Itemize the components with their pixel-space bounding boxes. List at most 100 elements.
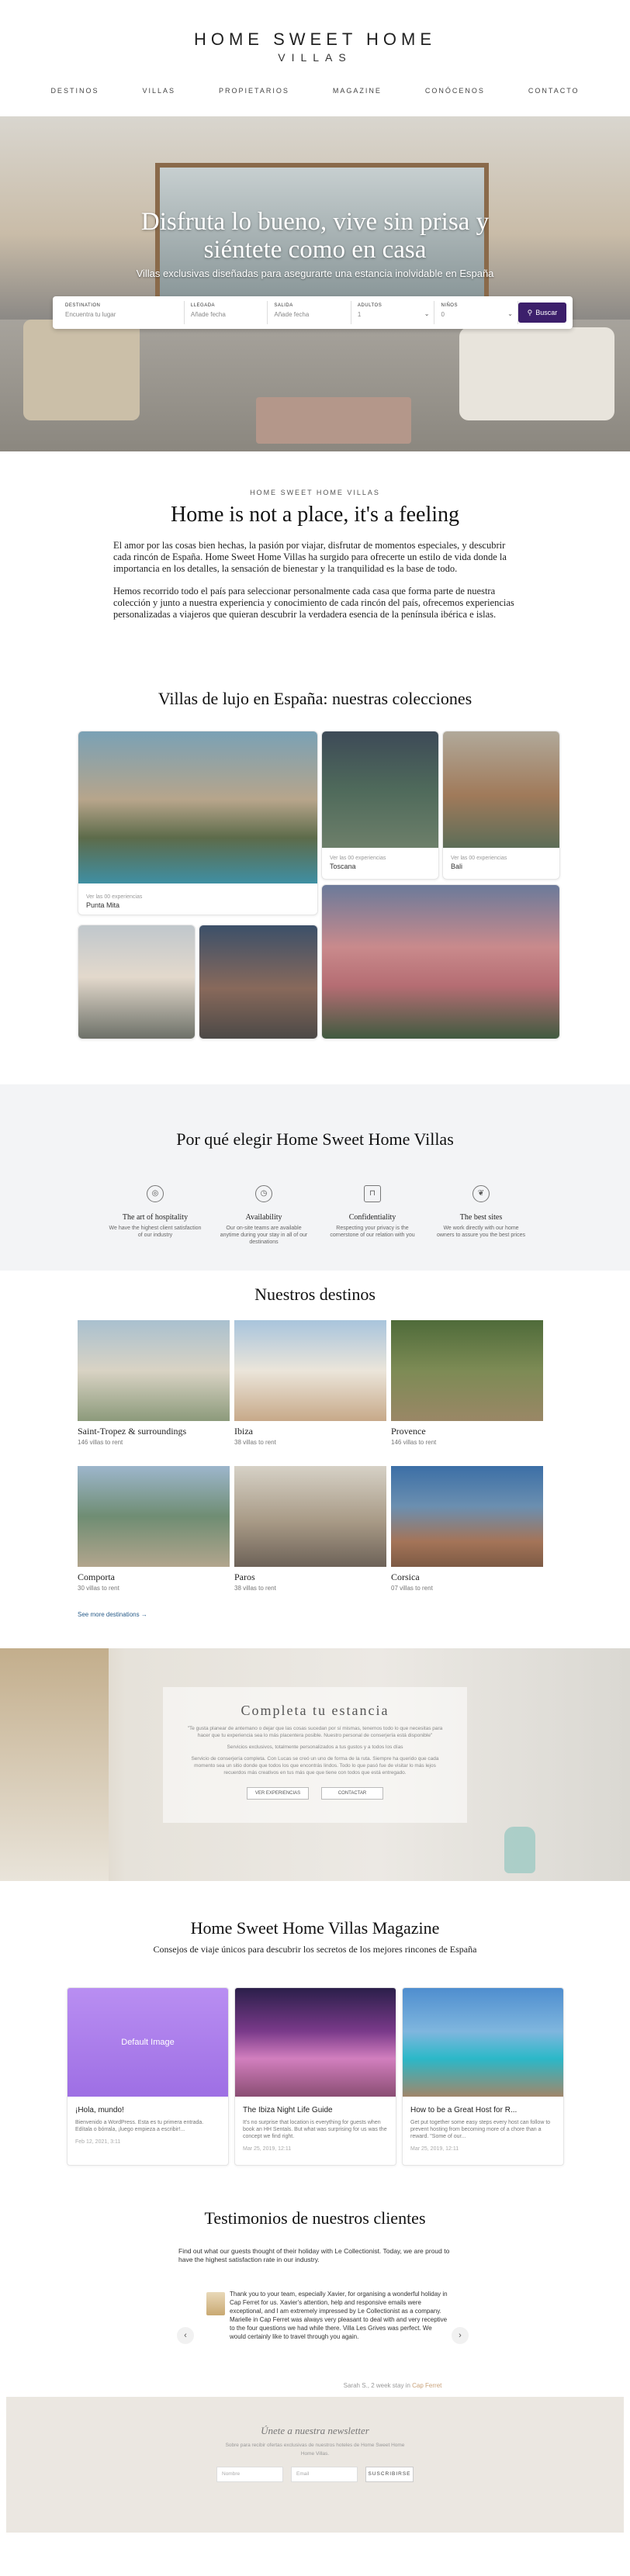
destination-card-comporta[interactable]: Comporta 30 villas to rent <box>78 1466 230 1592</box>
compass-icon: ◎ <box>147 1185 164 1202</box>
destination-image <box>234 1466 386 1567</box>
see-more-destinations-link[interactable]: See more destinations → <box>78 1611 147 1618</box>
newsletter-name-input[interactable]: Nombre <box>216 2467 283 2482</box>
collection-card-mountain-villa[interactable] <box>199 925 318 1039</box>
checkin-field[interactable]: LLEGADA Añade fecha <box>185 301 268 324</box>
destination-image <box>391 1320 543 1421</box>
testimonial-author: Sarah S., 2 week stay in Cap Ferret <box>343 2382 442 2389</box>
search-bar: DESTINATION Encuentra tu lugar LLEGADA A… <box>53 296 573 329</box>
why-item-availability: ◷ Availability Our on-site teams are ava… <box>217 1185 310 1246</box>
complete-stay-title: Completa tu estancia <box>241 1703 389 1718</box>
magazine-card[interactable]: The Ibiza Night Life Guide It's no surpr… <box>234 1987 396 2166</box>
magazine-image <box>403 1988 563 2097</box>
destination-image <box>78 1320 230 1421</box>
destination-field[interactable]: DESTINATION Encuentra tu lugar <box>59 301 185 324</box>
nav-villas[interactable]: VILLAS <box>142 87 175 95</box>
collection-image <box>322 731 438 848</box>
intro-paragraph-1: El amor por las cosas bien hechas, la pa… <box>113 540 507 574</box>
destination-card-ibiza[interactable]: Ibiza 38 villas to rent <box>234 1320 386 1446</box>
collection-card-pink-villa[interactable] <box>321 884 560 1039</box>
hero-rug-image <box>256 397 411 444</box>
newsletter-section: Únete a nuestra newsletter Sobre para re… <box>6 2397 624 2533</box>
complete-stay-section: Completa tu estancia "Te gusta planear d… <box>0 1648 630 1881</box>
collection-card-bali[interactable]: Ver las 00 experiencias Bali <box>442 731 560 880</box>
collection-image <box>78 731 317 883</box>
lock-icon: ⊓ <box>364 1185 381 1202</box>
collections-title: Villas de lujo en España: nuestras colec… <box>158 689 472 708</box>
destination-card-saint-tropez[interactable]: Saint-Tropez & surroundings 146 villas t… <box>78 1320 230 1446</box>
magazine-image <box>235 1988 396 2097</box>
why-item-confidentiality: ⊓ Confidentiality Respecting your privac… <box>326 1185 419 1246</box>
collection-image <box>199 925 317 1039</box>
intro-kicker: HOME SWEET HOME VILLAS <box>250 489 380 496</box>
default-image: Default Image <box>68 1988 228 2097</box>
experiences-button[interactable]: VER EXPERIENCIAS <box>247 1787 309 1800</box>
testimonial-prev-button[interactable]: ‹ <box>177 2327 194 2344</box>
destination-card-provence[interactable]: Provence 146 villas to rent <box>391 1320 543 1446</box>
intro-section: HOME SWEET HOME VILLAS Home is not a pla… <box>0 489 630 621</box>
magazine-subtitle: Consejos de viaje únicos para descubrir … <box>153 1944 477 1955</box>
collection-name: Punta Mita <box>86 901 120 909</box>
collection-image <box>443 731 559 848</box>
testimonial-next-button[interactable]: › <box>452 2327 469 2344</box>
collection-image <box>322 885 559 1039</box>
complete-stay-panel: Completa tu estancia "Te gusta planear d… <box>163 1687 467 1823</box>
nav-contacto[interactable]: CONTACTO <box>528 87 580 95</box>
destination-image <box>78 1466 230 1567</box>
testimonial-quote-image <box>206 2292 225 2315</box>
checkout-field[interactable]: SALIDA Añade fecha <box>268 301 351 324</box>
magazine-card[interactable]: How to be a Great Host for R... Get put … <box>402 1987 564 2166</box>
nav-conocenos[interactable]: CONÓCENOS <box>425 87 485 95</box>
testimonial-quote: Thank you to your team, especially Xavie… <box>230 2291 448 2340</box>
adults-select[interactable]: ADULTOS 1 ⌄ <box>351 301 435 324</box>
logo-title[interactable]: HOME SWEET HOME <box>0 29 630 50</box>
testimonials-title: Testimonios de nuestros clientes <box>204 2208 426 2228</box>
contact-button[interactable]: CONTACTAR <box>321 1787 383 1800</box>
hero-banner: Disfruta lo bueno, vive sin prisa y sién… <box>0 116 630 451</box>
hero-title: Disfruta lo bueno, vive sin prisa y sién… <box>140 208 490 264</box>
decor-vase-image <box>504 1827 535 1873</box>
chevron-down-icon: ⌄ <box>424 310 430 317</box>
destination-image <box>391 1466 543 1567</box>
intro-title: Home is not a place, it's a feeling <box>170 503 460 527</box>
hero-sofa-image <box>459 327 614 420</box>
search-icon: ⚲ <box>527 308 533 316</box>
hero-subtitle: Villas exclusivas diseñadas para asegura… <box>136 268 494 279</box>
nav-propietarios[interactable]: PROPIETARIOS <box>219 87 289 95</box>
clock-icon: ◷ <box>255 1185 272 1202</box>
why-section: Por qué elegir Home Sweet Home Villas ◎ … <box>0 1084 630 1271</box>
newsletter-title: Únete a nuestra newsletter <box>261 2425 369 2436</box>
destinations-title: Nuestros destinos <box>254 1285 376 1304</box>
magazine-card[interactable]: Default Image ¡Hola, mundo! Bienvenido a… <box>67 1987 229 2166</box>
nav-magazine[interactable]: MAGAZINE <box>333 87 382 95</box>
destination-image <box>234 1320 386 1421</box>
search-button[interactable]: ⚲ Buscar <box>518 303 566 323</box>
kids-select[interactable]: NIÑOS 0 ⌄ <box>434 301 518 324</box>
chevron-right-icon: › <box>459 2331 462 2340</box>
decor-wood-image <box>0 1648 109 1881</box>
destination-card-corsica[interactable]: Corsica 07 villas to rent <box>391 1466 543 1592</box>
destination-card-paros[interactable]: Paros 38 villas to rent <box>234 1466 386 1592</box>
why-title: Por qué elegir Home Sweet Home Villas <box>176 1129 454 1149</box>
why-item-hospitality: ◎ The art of hospitality We have the hig… <box>109 1185 202 1246</box>
leaf-icon: ❦ <box>472 1185 490 1202</box>
collection-card-punta-mita[interactable]: Ver las 00 experiencias Punta Mita <box>78 731 318 915</box>
site-header: HOME SWEET HOME VILLAS DESTINOS VILLAS P… <box>0 0 630 116</box>
collection-card-modern-villa[interactable] <box>78 925 196 1039</box>
subscribe-button[interactable]: SUSCRIBIRSE <box>365 2467 414 2482</box>
collection-name: Bali <box>451 863 463 870</box>
hero-chair-image <box>23 320 140 420</box>
main-nav: DESTINOS VILLAS PROPIETARIOS MAGAZINE CO… <box>0 87 630 95</box>
chevron-left-icon: ‹ <box>184 2331 187 2340</box>
chevron-down-icon: ⌄ <box>507 310 513 317</box>
collection-name: Toscana <box>330 863 356 870</box>
collection-image <box>78 925 195 1039</box>
collection-card-toscana[interactable]: Ver las 00 experiencias Toscana <box>321 731 439 880</box>
logo-subtitle: VILLAS <box>278 51 352 64</box>
newsletter-email-input[interactable]: Email <box>291 2467 358 2482</box>
why-item-best-sites: ❦ The best sites We work directly with o… <box>434 1185 528 1246</box>
testimonials-intro: Find out what our guests thought of thei… <box>178 2247 450 2263</box>
testimonials-block: Find out what our guests thought of thei… <box>178 2247 458 2264</box>
magazine-title: Home Sweet Home Villas Magazine <box>190 1918 440 1938</box>
nav-destinos[interactable]: DESTINOS <box>50 87 99 95</box>
